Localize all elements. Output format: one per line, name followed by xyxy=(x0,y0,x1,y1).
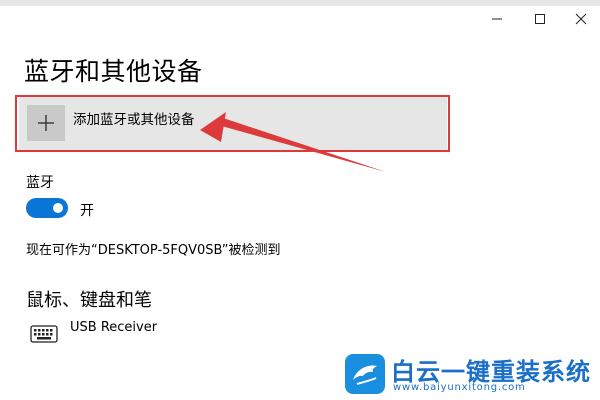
bluetooth-label: 蓝牙 xyxy=(26,175,54,191)
watermark-logo: 白云一键重装系统 www.baiyunxitong.com xyxy=(343,352,598,398)
section-title-peripherals: 鼠标、键盘和笔 xyxy=(26,290,152,311)
device-item-usb-receiver[interactable]: USB Receiver xyxy=(70,320,157,335)
add-device-label: 添加蓝牙或其他设备 xyxy=(73,112,195,128)
toggle-knob xyxy=(53,203,63,213)
discoverable-status: 现在可作为“DESKTOP-5FQV0SB”被检测到 xyxy=(26,243,281,258)
maximize-button[interactable] xyxy=(517,6,563,32)
bluetooth-toggle[interactable] xyxy=(26,198,68,218)
close-button[interactable] xyxy=(558,6,600,32)
close-icon xyxy=(575,13,587,25)
maximize-icon xyxy=(535,14,545,24)
minimize-icon xyxy=(492,18,502,20)
bird-logo-icon xyxy=(345,354,385,394)
keyboard-icon xyxy=(30,325,58,343)
watermark-url: www.baiyunxitong.com xyxy=(393,382,526,393)
page-title: 蓝牙和其他设备 xyxy=(24,57,203,86)
bluetooth-state-text: 开 xyxy=(80,203,94,219)
plus-icon xyxy=(27,105,65,141)
add-device-button[interactable]: 添加蓝牙或其他设备 xyxy=(19,97,447,152)
minimize-button[interactable] xyxy=(474,6,520,32)
